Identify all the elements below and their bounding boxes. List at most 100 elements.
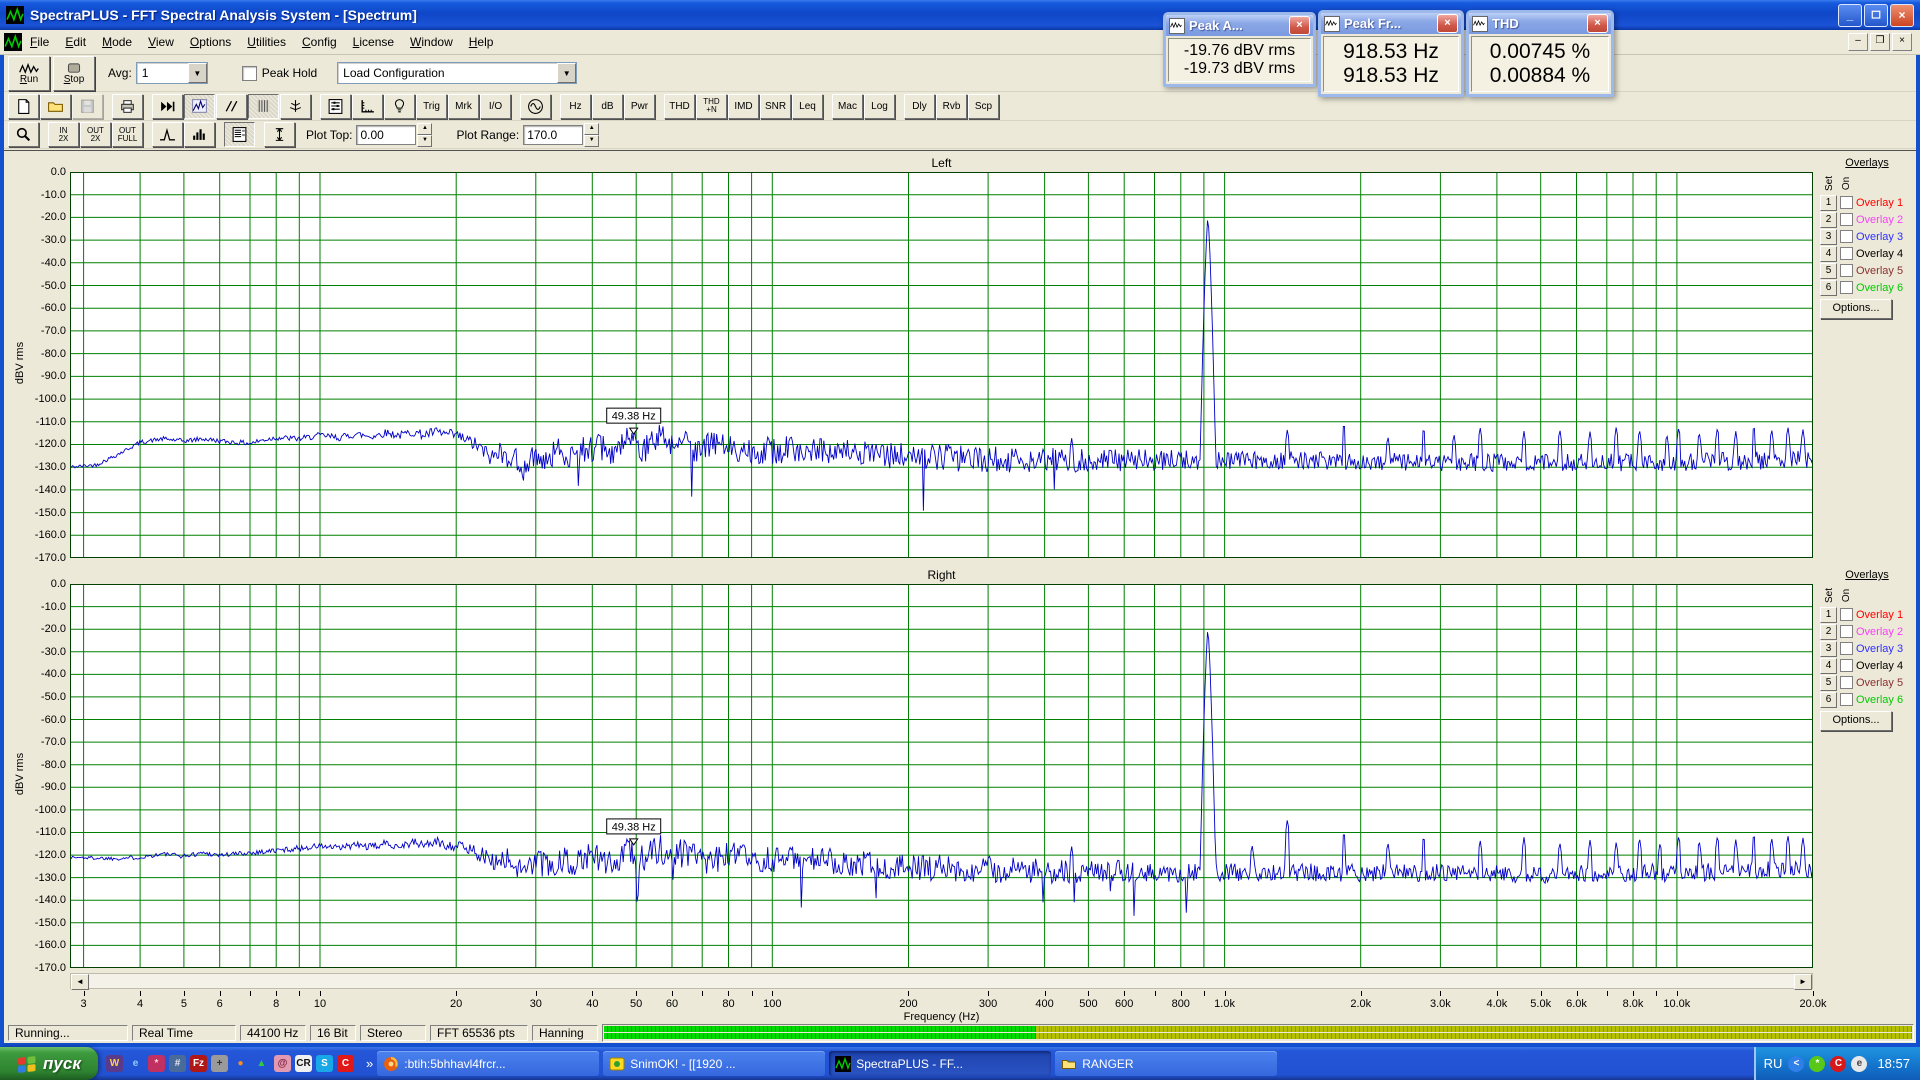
- menu-config[interactable]: Config: [294, 32, 345, 52]
- new-file-button[interactable]: [8, 94, 39, 119]
- mdi-minimize-button[interactable]: –: [1848, 33, 1868, 51]
- waterfall-display-button[interactable]: [280, 94, 311, 119]
- quick-launch-cr-icon[interactable]: CR: [295, 1055, 312, 1072]
- menu-view[interactable]: View: [140, 32, 182, 52]
- quick-launch-comodo-icon[interactable]: C: [337, 1055, 354, 1072]
- trigger-button[interactable]: Trig: [416, 94, 447, 119]
- language-indicator[interactable]: RU: [1764, 1056, 1783, 1071]
- menu-window[interactable]: Window: [402, 32, 461, 52]
- spectrum-plot-left[interactable]: 49.38 Hz: [70, 172, 1813, 558]
- floating-title-bar[interactable]: Peak Fr...×: [1321, 13, 1461, 34]
- quick-launch-ie-icon[interactable]: e: [127, 1055, 144, 1072]
- db-button[interactable]: dB: [592, 94, 623, 119]
- eset-tray-icon[interactable]: e: [1851, 1056, 1867, 1072]
- menu-edit[interactable]: Edit: [57, 32, 94, 52]
- marker-button[interactable]: Mrk: [448, 94, 479, 119]
- open-file-button[interactable]: [40, 94, 71, 119]
- combo-arrow-icon[interactable]: ▼: [557, 63, 576, 83]
- title-bar[interactable]: SpectraPLUS - FFT Spectral Analysis Syst…: [0, 0, 1920, 30]
- language-bar-icon[interactable]: <: [1788, 1056, 1804, 1072]
- quick-launch-window-icon[interactable]: #: [169, 1055, 186, 1072]
- overlay-set-button-4[interactable]: 4: [1820, 658, 1837, 674]
- close-icon[interactable]: ×: [1289, 16, 1310, 35]
- overlays-options-button[interactable]: Options...: [1820, 711, 1892, 731]
- power-button[interactable]: Pwr: [624, 94, 655, 119]
- task-spectraplus[interactable]: SpectraPLUS - FF...: [829, 1051, 1051, 1076]
- overlay-on-checkbox-1[interactable]: [1840, 196, 1853, 209]
- peak-frequency-window[interactable]: Peak Fr...×918.53 Hz918.53 Hz: [1318, 10, 1464, 97]
- overlay-on-checkbox-4[interactable]: [1840, 247, 1853, 260]
- plot-top-spinner[interactable]: ▲▼: [417, 123, 432, 147]
- comodo-tray-icon[interactable]: C: [1830, 1056, 1846, 1072]
- thd-n-button[interactable]: THD+N: [696, 94, 727, 119]
- maximize-button[interactable]: [1864, 4, 1888, 27]
- overlay-set-button-6[interactable]: 6: [1820, 692, 1837, 708]
- quick-launch-orange-ball-icon[interactable]: ●: [232, 1055, 249, 1072]
- hz-button[interactable]: Hz: [560, 94, 591, 119]
- log-button[interactable]: Log: [864, 94, 895, 119]
- overlay-on-checkbox-1[interactable]: [1840, 608, 1853, 621]
- calibration-button[interactable]: [352, 94, 383, 119]
- task-ranger[interactable]: RANGER: [1055, 1051, 1277, 1076]
- icq-flower-icon[interactable]: *: [1809, 1056, 1825, 1072]
- mdi-restore-button[interactable]: ❒: [1870, 33, 1890, 51]
- start-button[interactable]: пуск: [0, 1047, 98, 1080]
- overlay-set-button-1[interactable]: 1: [1820, 607, 1837, 623]
- overlay-set-button-3[interactable]: 3: [1820, 641, 1837, 657]
- spectrogram-display-button[interactable]: [248, 94, 279, 119]
- menu-utilities[interactable]: Utilities: [239, 32, 294, 52]
- overlay-set-button-4[interactable]: 4: [1820, 246, 1837, 262]
- quick-launch-chevron[interactable]: »: [366, 1056, 373, 1071]
- quick-launch-app-red-icon[interactable]: *: [148, 1055, 165, 1072]
- zoom-out-full-button[interactable]: OUTFULL: [112, 122, 143, 147]
- overlay-set-button-2[interactable]: 2: [1820, 212, 1837, 228]
- overlay-set-button-6[interactable]: 6: [1820, 280, 1837, 296]
- quick-launch-tool-icon[interactable]: +: [211, 1055, 228, 1072]
- task-snimok[interactable]: SnimOK! - [[1920 ...: [603, 1051, 825, 1076]
- close-button[interactable]: ×: [1890, 4, 1914, 27]
- spectrum-plot-right[interactable]: 49.38 Hz: [70, 584, 1813, 968]
- overlay-on-checkbox-2[interactable]: [1840, 625, 1853, 638]
- thd-window[interactable]: THD×0.00745 %0.00884 %: [1466, 10, 1614, 97]
- plot-range-input[interactable]: [523, 125, 583, 145]
- zoom-out-2x-button[interactable]: OUT2X: [80, 122, 111, 147]
- run-button[interactable]: Run: [8, 56, 50, 91]
- overlay-on-checkbox-5[interactable]: [1840, 676, 1853, 689]
- overlay-set-button-5[interactable]: 5: [1820, 263, 1837, 279]
- imd-button[interactable]: IMD: [728, 94, 759, 119]
- floating-title-bar[interactable]: Peak A...×: [1166, 15, 1313, 36]
- reverb-button[interactable]: Rvb: [936, 94, 967, 119]
- menu-help[interactable]: Help: [461, 32, 502, 52]
- close-icon[interactable]: ×: [1437, 14, 1458, 33]
- scroll-left-arrow[interactable]: ◄: [71, 974, 89, 990]
- overlay-set-button-2[interactable]: 2: [1820, 624, 1837, 640]
- scroll-right-arrow[interactable]: ►: [1794, 974, 1812, 990]
- close-icon[interactable]: ×: [1587, 14, 1608, 33]
- passthru-button[interactable]: [152, 94, 183, 119]
- microphone-button[interactable]: [384, 94, 415, 119]
- quick-launch-green-triangle-icon[interactable]: ▲: [253, 1055, 270, 1072]
- overlay-set-button-3[interactable]: 3: [1820, 229, 1837, 245]
- overlay-set-button-5[interactable]: 5: [1820, 675, 1837, 691]
- overlay-on-checkbox-6[interactable]: [1840, 281, 1853, 294]
- overlay-on-checkbox-2[interactable]: [1840, 213, 1853, 226]
- mdi-close-button[interactable]: ×: [1892, 33, 1912, 51]
- menu-license[interactable]: License: [345, 32, 402, 52]
- task-firefox[interactable]: :btih:5bhhavl4frcr...: [377, 1051, 599, 1076]
- bar-display-button[interactable]: [184, 122, 215, 147]
- display-options-button[interactable]: [224, 122, 255, 147]
- floating-title-bar[interactable]: THD×: [1469, 13, 1611, 34]
- signal-generator-button[interactable]: [520, 94, 551, 119]
- zoom-in-2x-button[interactable]: IN2X: [48, 122, 79, 147]
- vertical-range-button[interactable]: [264, 122, 295, 147]
- io-button[interactable]: I/O: [480, 94, 511, 119]
- overlay-on-checkbox-3[interactable]: [1840, 642, 1853, 655]
- snr-button[interactable]: SNR: [760, 94, 791, 119]
- menu-mode[interactable]: Mode: [94, 32, 140, 52]
- save-button[interactable]: [72, 94, 103, 119]
- minimize-button[interactable]: _: [1838, 4, 1862, 27]
- stop-button[interactable]: Stop: [53, 56, 95, 91]
- delay-button[interactable]: Dly: [904, 94, 935, 119]
- leq-button[interactable]: Leq: [792, 94, 823, 119]
- overlay-on-checkbox-4[interactable]: [1840, 659, 1853, 672]
